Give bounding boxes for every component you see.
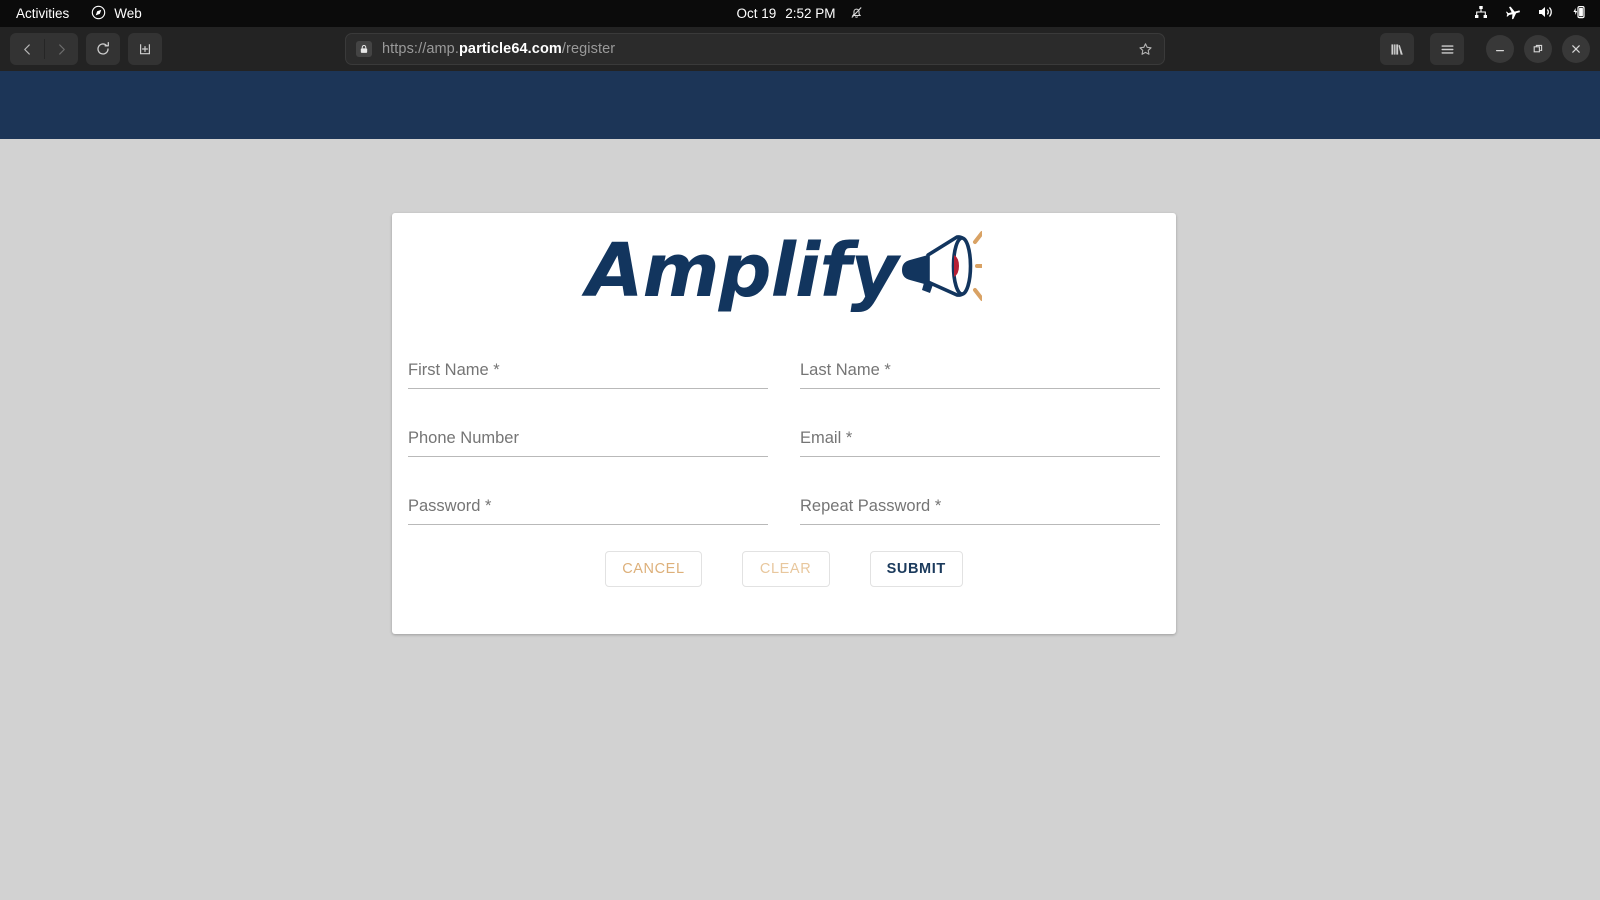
field-repeat-password (800, 457, 1160, 525)
registration-card: Amplify First Name * Last Name * Phone N… (392, 213, 1176, 634)
submit-button[interactable]: SUBMIT (869, 551, 963, 587)
first-name-input[interactable] (408, 361, 768, 389)
app-menu-web[interactable]: Web (91, 5, 142, 23)
navigation-buttons (10, 33, 78, 65)
star-icon[interactable] (1134, 38, 1156, 60)
browser-toolbar: https://amp.particle64.com/register (0, 27, 1600, 71)
logo-wordmark: Amplify (586, 228, 899, 314)
maximize-button[interactable] (1524, 35, 1552, 63)
form-row-contact (408, 389, 1160, 457)
volume-icon[interactable] (1537, 4, 1554, 23)
app-header-band (0, 71, 1600, 139)
field-first-name (408, 321, 768, 389)
url-scheme: https://amp. (382, 41, 459, 57)
field-last-name (800, 321, 1160, 389)
form-row-name (408, 321, 1160, 389)
password-input[interactable] (408, 497, 768, 525)
page-viewport: Amplify First Name * Last Name * Phone N… (0, 71, 1600, 900)
clock-time: 2:52 PM (785, 6, 836, 21)
library-icon[interactable] (1380, 33, 1414, 65)
clear-button[interactable]: CLEAR (741, 551, 830, 587)
reload-button[interactable] (86, 33, 120, 65)
field-phone-number (408, 389, 768, 457)
url-path: /register (561, 41, 616, 57)
amplify-logo: Amplify (392, 213, 1176, 321)
activities-button[interactable]: Activities (16, 6, 69, 21)
browser-right-tools (1372, 33, 1590, 65)
network-wired-icon[interactable] (1473, 4, 1489, 23)
minimize-button[interactable] (1486, 35, 1514, 63)
clock[interactable]: Oct 19 2:52 PM (736, 6, 835, 21)
airplane-mode-icon[interactable] (1505, 4, 1521, 23)
last-name-input[interactable] (800, 361, 1160, 389)
close-button[interactable] (1562, 35, 1590, 63)
app-name-label: Web (114, 6, 142, 21)
registration-form: CANCEL CLEAR SUBMIT (392, 321, 1176, 587)
bell-slash-icon[interactable] (849, 5, 864, 23)
window-controls (1486, 35, 1590, 63)
url-host: particle64.com (458, 41, 562, 57)
cancel-button[interactable]: CANCEL (605, 551, 702, 587)
lock-icon (356, 41, 372, 57)
back-button[interactable] (10, 33, 44, 65)
battery-charging-icon[interactable] (1570, 4, 1586, 23)
megaphone-icon (894, 228, 988, 315)
url-bar[interactable]: https://amp.particle64.com/register (345, 33, 1165, 65)
field-email (800, 389, 1160, 457)
form-actions: CANCEL CLEAR SUBMIT (408, 551, 1160, 587)
form-row-password (408, 457, 1160, 525)
compass-icon (91, 5, 106, 23)
new-tab-button[interactable] (128, 33, 162, 65)
clock-date: Oct 19 (736, 6, 777, 21)
gnome-top-bar: Activities Web Oct 19 2:52 PM (0, 0, 1600, 27)
phone-number-input[interactable] (408, 429, 768, 457)
field-password (408, 457, 768, 525)
forward-button[interactable] (44, 33, 78, 65)
email-input[interactable] (800, 429, 1160, 457)
hamburger-menu-icon[interactable] (1430, 33, 1464, 65)
url-text: https://amp.particle64.com/register (382, 41, 615, 57)
repeat-password-input[interactable] (800, 497, 1160, 525)
